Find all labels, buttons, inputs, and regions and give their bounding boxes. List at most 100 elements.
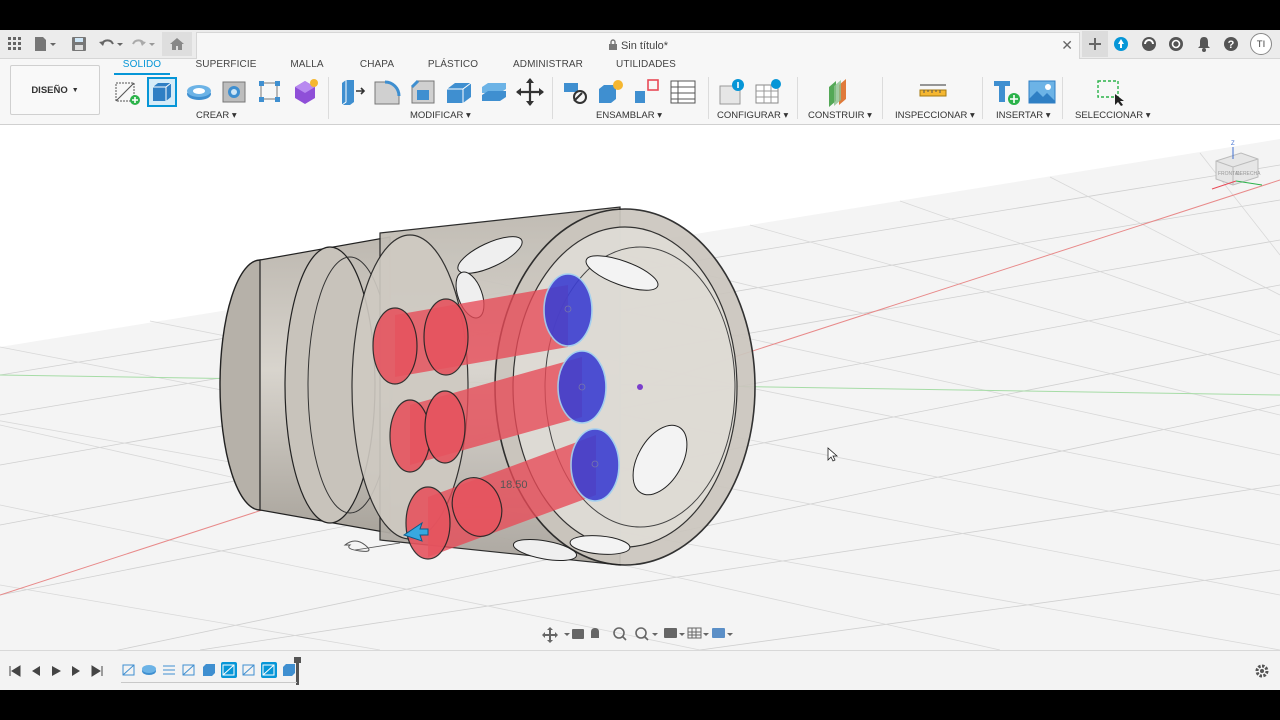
timeline-sketch-icon[interactable]	[261, 662, 277, 678]
seleccionar-label: SELECCIONAR	[1075, 110, 1144, 121]
active-tab-indicator	[114, 73, 170, 75]
construct-plane-icon[interactable]	[824, 77, 854, 107]
extensions-icon[interactable]	[1112, 35, 1130, 53]
timeline-extrude-icon[interactable]	[281, 662, 297, 678]
timeline-settings-gear-icon[interactable]	[1254, 663, 1270, 679]
svg-text:?: ?	[1228, 39, 1235, 51]
tab-malla[interactable]: MALLA	[282, 59, 332, 70]
crear-group-label[interactable]: CREAR ▾	[196, 110, 237, 121]
new-tab-icon[interactable]	[1082, 31, 1108, 57]
tab-chapa[interactable]: CHAPA	[352, 59, 402, 70]
model-scene: 18.50	[0, 139, 1280, 650]
origin-point	[637, 384, 643, 390]
dimension-label[interactable]: 18.50	[500, 479, 528, 491]
job-status-icon[interactable]	[1140, 35, 1158, 53]
ensamblar-group-label[interactable]: ENSAMBLAR ▾	[596, 110, 662, 121]
extrude-icon[interactable]	[147, 77, 177, 107]
look-at-icon[interactable]	[572, 629, 584, 639]
notifications-icon[interactable]	[1195, 35, 1213, 53]
file-menu-icon[interactable]	[32, 35, 58, 53]
help-icon[interactable]: ?	[1222, 35, 1240, 53]
orbit-icon[interactable]	[542, 627, 558, 643]
redo-icon[interactable]	[130, 35, 156, 53]
fillet-icon[interactable]	[372, 77, 402, 107]
home-icon[interactable]	[162, 32, 192, 56]
as-built-joint-icon[interactable]	[632, 77, 662, 107]
measure-icon[interactable]	[918, 77, 948, 107]
timeline	[0, 650, 1280, 690]
viewports-icon[interactable]	[712, 628, 725, 638]
go-to-start-icon[interactable]	[8, 664, 22, 678]
application-bar: Sin título* ✕ ? TI	[0, 30, 1280, 59]
configurar-group-label[interactable]: CONFIGURAR ▾	[717, 110, 788, 121]
insert-canvas-icon[interactable]	[1027, 77, 1057, 107]
configure-parameters-icon[interactable]	[718, 77, 748, 107]
move-icon[interactable]	[515, 77, 545, 107]
insertar-group-label[interactable]: INSERTAR ▾	[996, 110, 1051, 121]
canvas-viewport[interactable]: 18.50 FRONTAL DERECHA Z	[0, 125, 1280, 650]
step-back-icon[interactable]	[29, 664, 43, 678]
tab-plastico[interactable]: PLÁSTICO	[420, 59, 486, 70]
user-avatar[interactable]: TI	[1250, 33, 1272, 55]
workspace-switcher[interactable]: DISEÑO ▼	[10, 65, 100, 115]
tab-solido[interactable]: SOLIDO	[116, 59, 168, 70]
document-title-text: Sin título*	[620, 40, 669, 52]
separator	[882, 77, 883, 119]
crear-label: CREAR	[196, 110, 230, 121]
press-pull-icon[interactable]	[337, 77, 367, 107]
shell-icon[interactable]	[444, 77, 474, 107]
timeline-sketch-icon[interactable]	[181, 662, 197, 678]
chevron-down-icon	[564, 633, 570, 636]
construir-group-label[interactable]: CONSTRUIR ▾	[808, 110, 872, 121]
new-component-icon[interactable]	[596, 77, 626, 107]
configure-table-icon[interactable]	[754, 77, 784, 107]
online-status-icon[interactable]	[1167, 35, 1185, 53]
timeline-sketch-icon[interactable]	[221, 662, 237, 678]
chamfer-icon[interactable]	[408, 77, 438, 107]
pan-hand-icon[interactable]	[591, 628, 599, 638]
hole-icon[interactable]	[220, 77, 250, 107]
play-icon[interactable]	[49, 664, 63, 678]
viewcube-right-label: DERECHA	[1236, 171, 1261, 177]
tab-administrar[interactable]: ADMINISTRAR	[508, 59, 588, 70]
viewcube[interactable]: FRONTAL DERECHA Z	[1206, 139, 1266, 199]
close-tab-icon[interactable]: ✕	[1061, 37, 1073, 54]
toolbar-ribbon: DISEÑO ▼ SOLIDO SUPERFICIE MALLA CHAPA P…	[0, 59, 1280, 125]
undo-icon[interactable]	[98, 35, 124, 53]
tab-utilidades[interactable]: UTILIDADES	[610, 59, 682, 70]
separator	[1062, 77, 1063, 119]
save-icon[interactable]	[70, 35, 88, 53]
timeline-sketch-icon[interactable]	[241, 662, 257, 678]
inspeccionar-group-label[interactable]: INSPECCIONAR ▾	[895, 110, 975, 121]
timeline-sketch-icon[interactable]	[121, 662, 137, 678]
grid-settings-icon[interactable]	[687, 627, 702, 639]
ensamblar-label: ENSAMBLAR	[596, 110, 655, 121]
step-forward-icon[interactable]	[69, 664, 83, 678]
timeline-extrude-icon[interactable]	[201, 662, 217, 678]
timeline-sketch-icon[interactable]	[161, 662, 177, 678]
tab-superficie[interactable]: SUPERFICIE	[190, 59, 262, 70]
select-window-icon[interactable]	[1095, 77, 1125, 107]
separator	[328, 77, 329, 119]
joint-icon[interactable]	[562, 77, 592, 107]
display-settings-icon[interactable]	[664, 628, 677, 638]
timeline-revolve-icon[interactable]	[141, 662, 157, 678]
document-title: Sin título*	[197, 39, 1079, 52]
apps-grid-icon[interactable]	[6, 35, 24, 53]
insert-derive-icon[interactable]	[992, 77, 1022, 107]
construir-label: CONSTRUIR	[808, 110, 865, 121]
separator	[982, 77, 983, 119]
workspace-label: DISEÑO	[31, 84, 68, 96]
create-form-icon[interactable]	[290, 77, 320, 107]
combine-icon[interactable]	[479, 77, 509, 107]
modificar-group-label[interactable]: MODIFICAR ▾	[410, 110, 471, 121]
go-to-end-icon[interactable]	[90, 664, 104, 678]
pattern-icon[interactable]	[255, 77, 285, 107]
viewcube-z-label: Z	[1231, 141, 1235, 147]
bill-of-materials-icon[interactable]	[668, 77, 698, 107]
seleccionar-group-label[interactable]: SELECCIONAR ▾	[1075, 110, 1151, 121]
create-sketch-icon[interactable]	[112, 77, 142, 107]
timeline-marker-head[interactable]	[294, 657, 301, 663]
document-tab[interactable]: Sin título* ✕	[196, 32, 1080, 59]
revolve-icon[interactable]	[184, 77, 214, 107]
